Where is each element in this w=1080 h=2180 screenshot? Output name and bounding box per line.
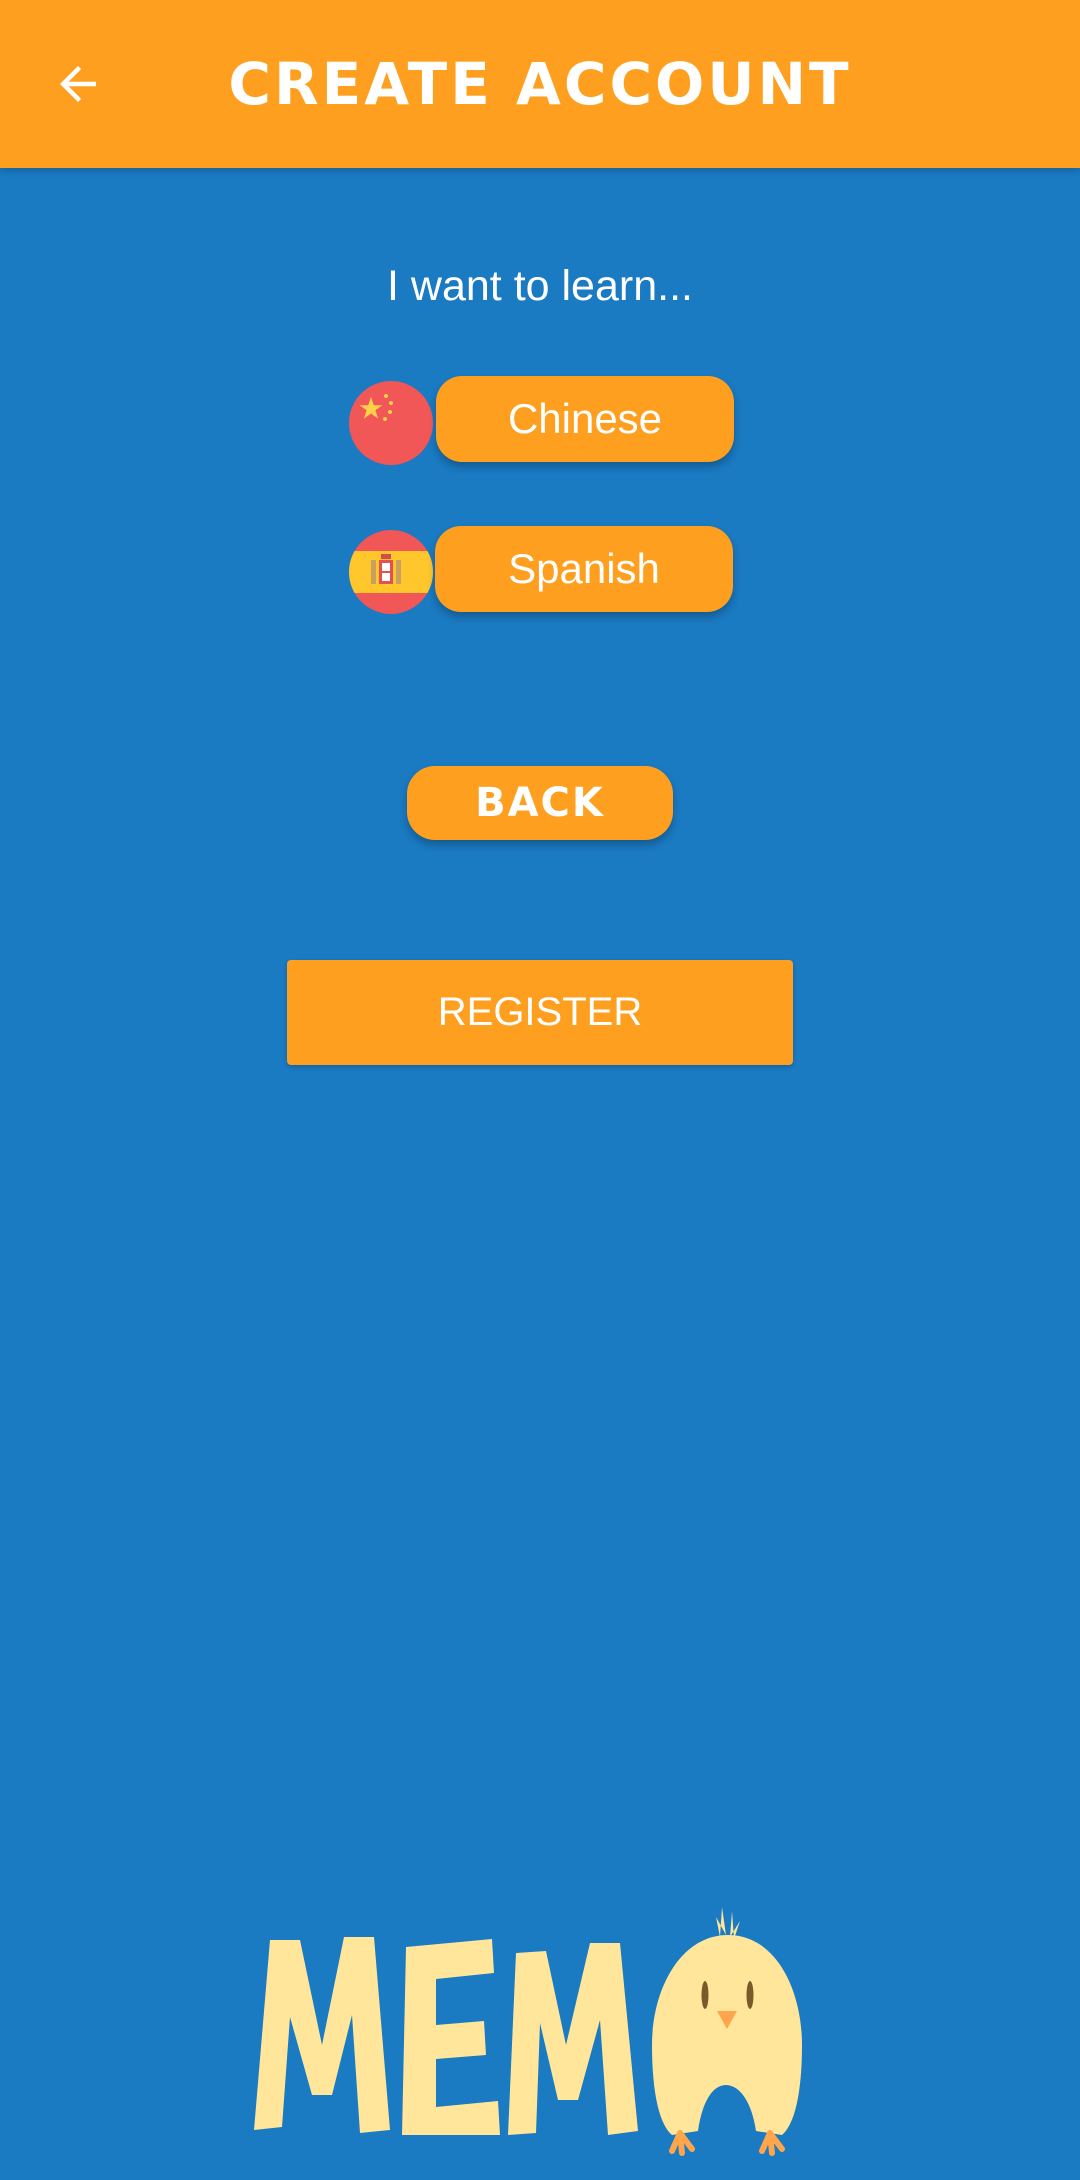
logo-letter-m-2 xyxy=(508,1943,638,2135)
page-title: CREATE ACCOUNT xyxy=(228,50,852,118)
register-button[interactable]: REGISTER xyxy=(287,960,793,1065)
back-button[interactable]: BACK xyxy=(407,766,673,840)
app-header: CREATE ACCOUNT xyxy=(0,0,1080,168)
logo-letter-m xyxy=(254,1937,390,2133)
spanish-option-button[interactable]: Spanish xyxy=(435,526,733,612)
spain-flag-icon xyxy=(349,530,433,614)
memo-logo xyxy=(240,1895,840,2175)
chick-mascot-icon xyxy=(652,1907,802,2156)
chinese-option-button[interactable]: Chinese xyxy=(436,376,734,462)
logo-letter-e xyxy=(402,1939,500,2135)
learn-prompt: I want to learn... xyxy=(387,262,693,310)
china-flag-icon xyxy=(349,381,433,465)
